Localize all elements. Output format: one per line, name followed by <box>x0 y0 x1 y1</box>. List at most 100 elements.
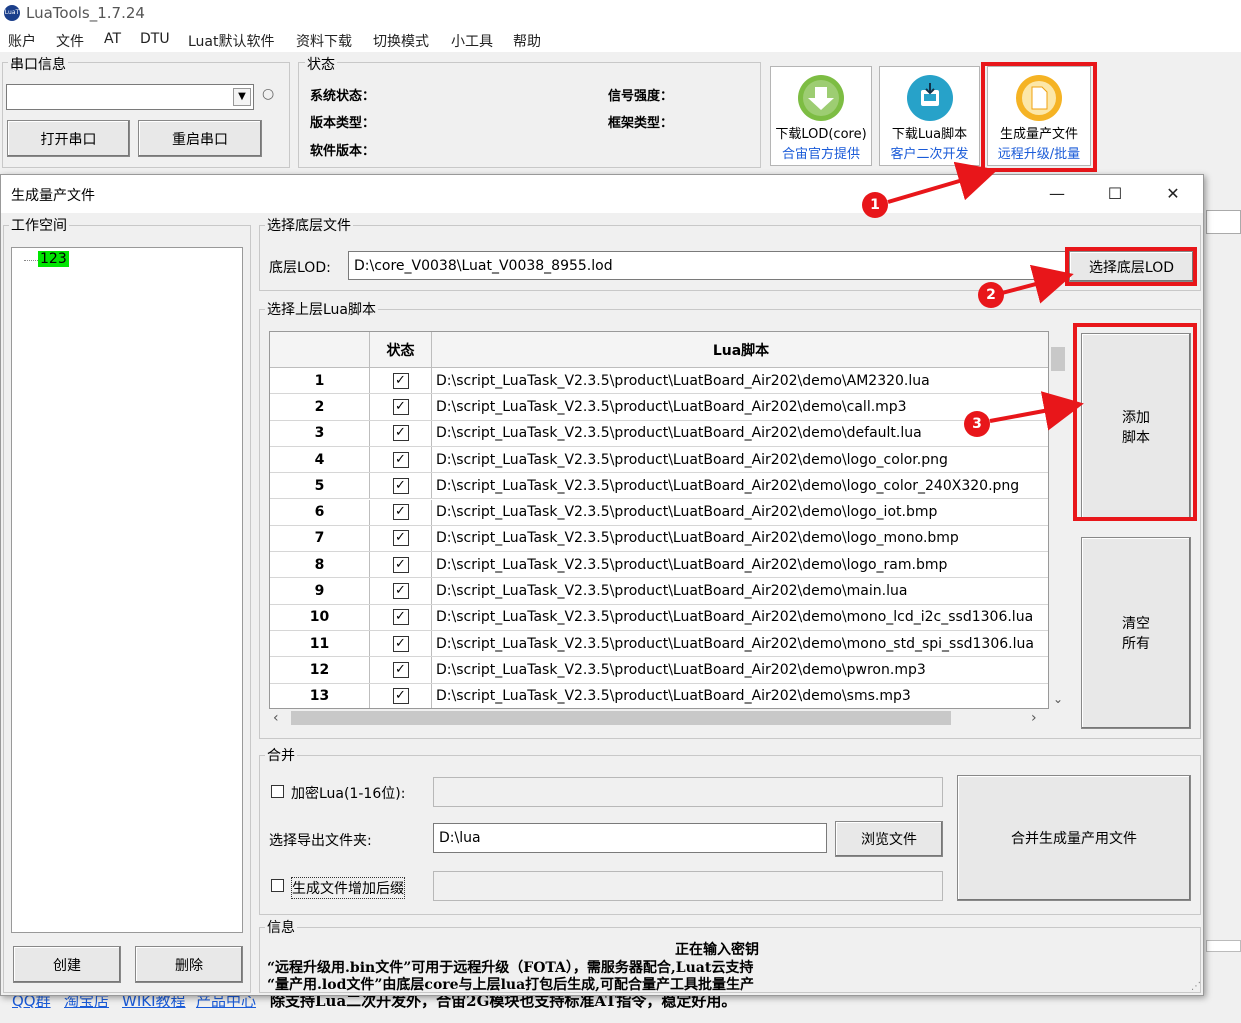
menu-account[interactable]: 账户 <box>8 31 36 51</box>
create-button[interactable]: 创建 <box>13 946 121 983</box>
row-index: 5 <box>270 473 370 499</box>
row-status-cell: ✓ <box>370 604 432 630</box>
table-header-index <box>270 332 370 368</box>
workspace-group-label: 工作空间 <box>9 215 69 235</box>
workspace-tree[interactable]: 123 <box>11 247 243 933</box>
download-lod-icon <box>798 75 844 121</box>
horizontal-scroll-thumb[interactable] <box>291 711 951 725</box>
status-group-label: 状态 <box>305 54 337 74</box>
download-script-button[interactable]: 下载Lua脚本 客户二次开发 <box>879 66 980 166</box>
row-checkbox[interactable]: ✓ <box>392 609 409 626</box>
menu-luat-default[interactable]: Luat默认软件 <box>188 31 275 51</box>
info-group-label: 信息 <box>265 917 297 937</box>
minimize-icon[interactable]: — <box>1037 181 1077 207</box>
table-row[interactable]: 6 ✓ D:\script_LuaTask_V2.3.5\product\LuatB… <box>270 499 1048 526</box>
download-lod-sublabel: 合宙官方提供 <box>781 147 860 162</box>
base-lod-path-input[interactable]: D:\core_V0038\Luat_V0038_8955.lod <box>348 251 1068 280</box>
software-version-label: 软件版本： <box>310 144 376 159</box>
dialog-titlebar: 生成量产文件 — ☐ ✕ <box>1 175 1203 213</box>
highlight-box-3 <box>1073 323 1197 521</box>
tree-item-123[interactable]: 123 <box>38 251 69 267</box>
table-row[interactable]: 7 ✓ D:\script_LuaTask_V2.3.5\product\LuatB… <box>270 525 1048 553</box>
row-checkbox[interactable]: ✓ <box>392 583 409 600</box>
menubar: 账户 文件 AT DTU Luat默认软件 资料下载 切换模式 小工具 帮助 <box>0 28 1241 52</box>
vertical-scroll-thumb[interactable] <box>1051 347 1065 371</box>
menu-dtu[interactable]: DTU <box>140 31 170 47</box>
table-row[interactable]: 11 ✓ D:\script_LuaTask_V2.3.5\product\Luat… <box>270 631 1048 658</box>
close-icon[interactable]: ✕ <box>1153 181 1193 207</box>
row-script-path: D:\script_LuaTask_V2.3.5\product\LuatBoa… <box>436 504 938 521</box>
horizontal-scrollbar[interactable]: ‹ › <box>269 709 1049 727</box>
menu-at[interactable]: AT <box>104 31 121 47</box>
app-title: LuaTools_1.7.24 <box>26 4 145 22</box>
tree-connector <box>24 260 38 261</box>
serial-port-select[interactable]: ▼ <box>6 84 254 110</box>
table-row[interactable]: 2 ✓ D:\script_LuaTask_V2.3.5\product\LuatB… <box>270 394 1048 421</box>
menu-downloads[interactable]: 资料下载 <box>296 31 352 51</box>
row-checkbox[interactable]: ✓ <box>392 688 409 705</box>
merge-generate-button[interactable]: 合并生成量产用文件 <box>957 775 1191 901</box>
row-index: 11 <box>270 631 370 657</box>
table-header-status[interactable]: 状态 <box>370 332 432 368</box>
scroll-left-icon[interactable]: ‹ <box>273 709 287 727</box>
download-lod-label: 下载LOD(core) <box>775 127 867 142</box>
row-checkbox[interactable]: ✓ <box>392 530 409 547</box>
background-field <box>1206 940 1241 952</box>
scroll-right-icon[interactable]: › <box>1031 709 1045 727</box>
encrypt-key-input[interactable] <box>433 777 943 807</box>
annotation-badge-3: 3 <box>964 411 990 437</box>
scroll-down-icon[interactable]: ⌄ <box>1051 691 1065 707</box>
row-status-cell: ✓ <box>370 394 432 420</box>
export-folder-label: 选择导出文件夹: <box>269 833 372 849</box>
row-checkbox[interactable]: ✓ <box>392 398 409 415</box>
table-row[interactable]: 1 ✓ D:\script_LuaTask_V2.3.5\product\LuatB… <box>270 368 1048 395</box>
row-index: 6 <box>270 499 370 525</box>
row-status-cell: ✓ <box>370 631 432 657</box>
row-checkbox[interactable]: ✓ <box>392 425 409 442</box>
info-message-lod: “量产用.lod文件”由底层core与上层lua打包后生成,可配合量产工具批量生… <box>267 977 755 993</box>
table-row[interactable]: 9 ✓ D:\script_LuaTask_V2.3.5\product\LuatB… <box>270 578 1048 605</box>
resize-grip-icon[interactable]: ⋰ <box>1187 981 1201 995</box>
delete-button[interactable]: 删除 <box>135 946 243 983</box>
row-checkbox[interactable]: ✓ <box>392 477 409 494</box>
refresh-icon[interactable]: ○ <box>262 86 278 102</box>
suffix-label: 生成文件增加后缀 <box>291 877 405 899</box>
row-checkbox[interactable]: ✓ <box>392 504 409 521</box>
table-row[interactable]: 12 ✓ D:\script_LuaTask_V2.3.5\product\Luat… <box>270 657 1048 684</box>
table-row[interactable]: 13 ✓ D:\script_LuaTask_V2.3.5\product\Luat… <box>270 683 1048 708</box>
open-port-button[interactable]: 打开串口 <box>7 120 130 157</box>
menu-help[interactable]: 帮助 <box>513 31 541 51</box>
suffix-checkbox[interactable] <box>271 879 284 892</box>
vertical-scrollbar[interactable]: ⌄ <box>1049 331 1067 709</box>
lua-script-table[interactable]: 状态 Lua脚本 1 ✓ D:\script_LuaTask_V2.3.5\prod… <box>269 331 1049 709</box>
annotation-badge-1: 1 <box>862 192 888 218</box>
row-index: 4 <box>270 446 370 473</box>
export-folder-input[interactable]: D:\lua <box>433 823 827 853</box>
browse-button[interactable]: 浏览文件 <box>835 821 943 857</box>
menu-switch-mode[interactable]: 切换模式 <box>373 31 429 51</box>
row-checkbox[interactable]: ✓ <box>392 556 409 573</box>
row-checkbox[interactable]: ✓ <box>392 451 409 468</box>
row-status-cell: ✓ <box>370 446 432 473</box>
menu-tools[interactable]: 小工具 <box>451 31 493 51</box>
maximize-icon[interactable]: ☐ <box>1095 181 1135 207</box>
table-header-script[interactable]: Lua脚本 <box>432 332 1048 368</box>
table-row[interactable]: 8 ✓ D:\script_LuaTask_V2.3.5\product\LuatB… <box>270 552 1048 579</box>
row-checkbox[interactable]: ✓ <box>392 661 409 678</box>
chevron-down-icon[interactable]: ▼ <box>233 88 251 106</box>
clear-all-label-line1: 清空 <box>1122 616 1150 632</box>
download-lod-button[interactable]: 下载LOD(core) 合宙官方提供 <box>770 66 872 166</box>
encrypt-lua-checkbox[interactable] <box>271 785 284 798</box>
download-script-label: 下载Lua脚本 <box>891 127 968 142</box>
suffix-input[interactable] <box>433 871 943 901</box>
row-checkbox[interactable]: ✓ <box>392 372 409 389</box>
clear-all-button[interactable]: 清空 所有 <box>1081 537 1191 729</box>
table-row[interactable]: 10 ✓ D:\script_LuaTask_V2.3.5\product\Luat… <box>270 604 1048 631</box>
menu-file[interactable]: 文件 <box>56 31 84 51</box>
row-checkbox[interactable]: ✓ <box>392 635 409 652</box>
table-row[interactable]: 3 ✓ D:\script_LuaTask_V2.3.5\product\LuatB… <box>270 420 1048 447</box>
restart-port-button[interactable]: 重启串口 <box>138 120 262 157</box>
table-row[interactable]: 4 ✓ D:\script_LuaTask_V2.3.5\product\LuatB… <box>270 446 1048 474</box>
table-row[interactable]: 5 ✓ D:\script_LuaTask_V2.3.5\product\LuatB… <box>270 473 1048 500</box>
row-status-cell: ✓ <box>370 552 432 578</box>
